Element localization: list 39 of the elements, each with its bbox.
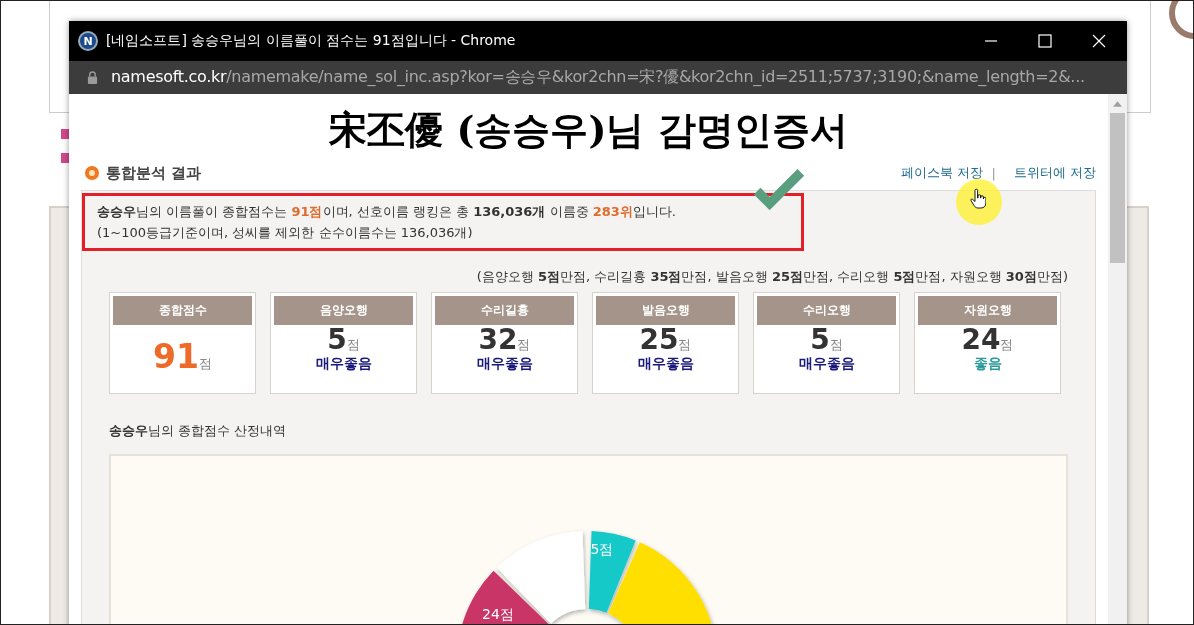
scrollbar[interactable] [1108,94,1127,624]
facebook-save-link[interactable]: 페이스북 저장 [901,164,984,182]
score-value: 25점 [639,325,692,355]
card-label: 수리오행 [757,296,896,325]
criteria-text: (음양오행 5점만점, 수리길흉 35점만점, 발음오행 25점만점, 수리오행 5점만점, 자원오행 30점만점) [475,268,1069,286]
score-value: 32 점 [478,325,531,355]
check-mark-icon [753,168,805,210]
score-value: 5 점 [327,325,360,355]
rating-text: 매우좋음 [798,355,855,371]
chart-heading: 송승우님의 종합점수 산정내역 [108,422,288,440]
summary-text: 송승우님의 이름풀이 종합점수는 91점 이며, 선호이름 랭킹은 총 136,036개 이름중 283위입니다. [97,203,677,221]
app-icon: N [78,31,98,51]
scroll-thumb[interactable] [1110,113,1125,263]
section-title: 통합분석 결과 [106,163,202,183]
hand-cursor-icon [970,188,986,210]
maximize-icon[interactable] [1037,33,1053,49]
score-value: 5 점 [810,325,843,355]
close-icon[interactable] [1091,33,1107,49]
rating-text: 매우좋음 [637,355,694,371]
card-label: 종합점수 [113,296,252,325]
lock-icon [87,71,98,84]
window-title: [네임소프트] 송승우님의 이름풀이 점수는 91점입니다 - Chrome [106,32,516,50]
rating-text: 매우좋음 [315,355,372,371]
card-label: 발음오행 [596,296,735,325]
card-label: 자원오행 [918,296,1057,325]
card-label: 음양오행 [274,296,413,325]
chart-label: 5점 [590,541,614,557]
summary-text: (1~100등급기준이며, 성씨를 제외한 순수이름수는 136,036개) [97,224,474,242]
rating-text: 좋음 [973,355,1002,371]
twitter-save-link[interactable]: 트위터에 저장 [1013,164,1096,182]
score-value: 24점 [961,325,1014,355]
score-value: 91 점 [153,342,212,373]
bullet-icon [84,165,100,181]
separator: | [991,165,996,181]
card-label: 수리길흉 [435,296,574,325]
rating-text: 매우좋음 [476,355,533,371]
address-bar[interactable]: namesoft.co.kr/namemake/name_sol_inc.asp?kor=송승우&kor2chn=宋?優&kor2chn_id=2511;5737;3190;&name_length=2&... [69,61,1127,94]
chart-label: 24점 [482,606,514,622]
certificate-title: 宋丕優 (송승우)님 감명인증서 [328,106,849,154]
